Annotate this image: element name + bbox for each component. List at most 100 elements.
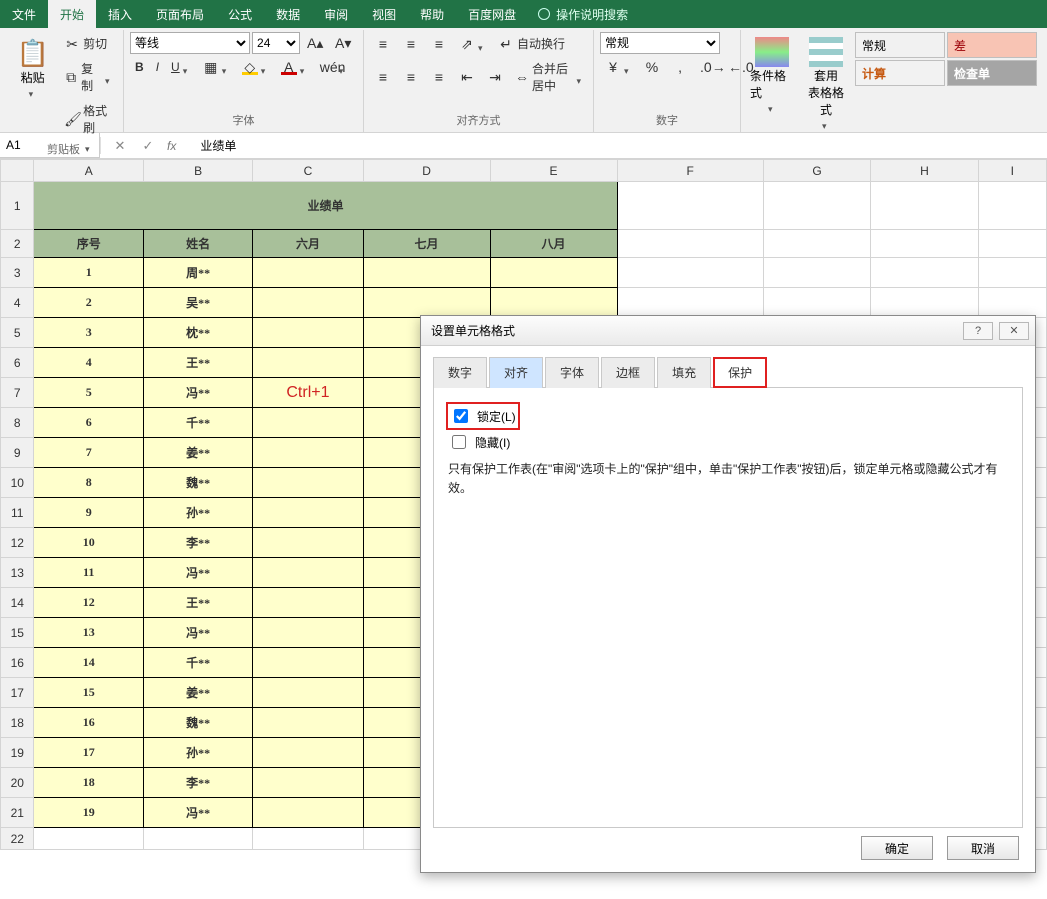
- dialog-tab-数字[interactable]: 数字: [433, 357, 487, 388]
- align-middle-button[interactable]: ≡: [398, 33, 424, 55]
- align-center-button[interactable]: ≡: [398, 66, 424, 88]
- row-header-13[interactable]: 13: [1, 558, 34, 588]
- table-blank-cell[interactable]: [253, 738, 363, 768]
- table-blank-cell[interactable]: [253, 648, 363, 678]
- cell[interactable]: [617, 288, 763, 318]
- table-blank-cell[interactable]: [253, 618, 363, 648]
- hide-checkbox[interactable]: [452, 435, 466, 449]
- table-blank-cell[interactable]: [253, 558, 363, 588]
- increase-indent-button[interactable]: ⇥: [482, 66, 508, 88]
- cell[interactable]: [617, 182, 763, 230]
- row-header-4[interactable]: 4: [1, 288, 34, 318]
- table-blank-cell[interactable]: [253, 498, 363, 528]
- format-as-table-button[interactable]: 套用 表格格式: [801, 32, 851, 131]
- table-seq-cell[interactable]: 4: [34, 348, 143, 378]
- conditional-format-button[interactable]: 条件格式: [747, 32, 797, 114]
- table-seq-cell[interactable]: 17: [34, 738, 143, 768]
- table-seq-cell[interactable]: 13: [34, 618, 143, 648]
- table-name-cell[interactable]: 李**: [143, 768, 252, 798]
- table-blank-cell[interactable]: [253, 708, 363, 738]
- lock-checkbox[interactable]: [454, 409, 468, 423]
- dialog-tab-保护[interactable]: 保护: [713, 357, 767, 388]
- dialog-tab-填充[interactable]: 填充: [657, 357, 711, 388]
- row-header-1[interactable]: 1: [1, 182, 34, 230]
- column-header-E[interactable]: E: [490, 160, 617, 182]
- table-name-cell[interactable]: 姜**: [143, 678, 252, 708]
- dialog-cancel-button[interactable]: 取消: [947, 836, 1019, 860]
- orientation-button[interactable]: ⇗: [454, 33, 491, 55]
- row-header-3[interactable]: 3: [1, 258, 34, 288]
- dialog-tab-字体[interactable]: 字体: [545, 357, 599, 388]
- dialog-help-button[interactable]: ?: [963, 322, 993, 340]
- percent-button[interactable]: %: [639, 56, 665, 78]
- align-left-button[interactable]: ≡: [370, 66, 396, 88]
- currency-button[interactable]: ¥: [600, 56, 637, 78]
- table-blank-cell[interactable]: [490, 258, 617, 288]
- row-header-15[interactable]: 15: [1, 618, 34, 648]
- table-name-cell[interactable]: 姜**: [143, 438, 252, 468]
- row-header-7[interactable]: 7: [1, 378, 34, 408]
- cell[interactable]: [763, 258, 870, 288]
- cut-button[interactable]: ✂ 剪切: [59, 32, 117, 55]
- enter-formula-button[interactable]: ✓: [139, 138, 157, 154]
- menu-tab-插入[interactable]: 插入: [96, 0, 144, 28]
- table-header-cell[interactable]: 七月: [363, 230, 490, 258]
- cell[interactable]: [763, 182, 870, 230]
- table-name-cell[interactable]: 李**: [143, 528, 252, 558]
- table-blank-cell[interactable]: [253, 468, 363, 498]
- table-name-cell[interactable]: 冯**: [143, 618, 252, 648]
- decrease-font-button[interactable]: A▾: [330, 32, 356, 54]
- table-seq-cell[interactable]: 3: [34, 318, 143, 348]
- fill-color-button[interactable]: ◇: [237, 56, 274, 78]
- font-size-combo[interactable]: 24: [252, 32, 300, 54]
- table-seq-cell[interactable]: 15: [34, 678, 143, 708]
- column-header-D[interactable]: D: [363, 160, 490, 182]
- column-header-B[interactable]: B: [143, 160, 252, 182]
- table-header-cell[interactable]: 八月: [490, 230, 617, 258]
- menu-tab-页面布局[interactable]: 页面布局: [144, 0, 216, 28]
- row-header-22[interactable]: 22: [1, 828, 34, 850]
- table-name-cell[interactable]: 王**: [143, 348, 252, 378]
- cell[interactable]: [871, 182, 978, 230]
- menu-tab-帮助[interactable]: 帮助: [408, 0, 456, 28]
- table-blank-cell[interactable]: [253, 318, 363, 348]
- comma-button[interactable]: ,: [667, 56, 693, 78]
- select-all-corner[interactable]: [1, 160, 34, 182]
- table-name-cell[interactable]: 孙**: [143, 738, 252, 768]
- row-header-20[interactable]: 20: [1, 768, 34, 798]
- cell[interactable]: [978, 230, 1046, 258]
- menu-tab-公式[interactable]: 公式: [216, 0, 264, 28]
- name-box[interactable]: A1: [0, 133, 100, 158]
- table-name-cell[interactable]: 千**: [143, 648, 252, 678]
- phonetic-button[interactable]: wén: [315, 56, 352, 78]
- underline-button[interactable]: U: [166, 57, 196, 77]
- align-top-button[interactable]: ≡: [370, 33, 396, 55]
- cell[interactable]: [978, 258, 1046, 288]
- table-name-cell[interactable]: 周**: [143, 258, 252, 288]
- wrap-text-button[interactable]: ↵自动换行: [493, 32, 570, 55]
- table-blank-cell[interactable]: [253, 348, 363, 378]
- table-seq-cell[interactable]: 18: [34, 768, 143, 798]
- table-blank-cell[interactable]: [253, 588, 363, 618]
- row-header-6[interactable]: 6: [1, 348, 34, 378]
- style-calc[interactable]: 计算: [855, 60, 945, 86]
- column-header-H[interactable]: H: [871, 160, 978, 182]
- row-header-18[interactable]: 18: [1, 708, 34, 738]
- table-name-cell[interactable]: 枕**: [143, 318, 252, 348]
- decrease-indent-button[interactable]: ⇤: [454, 66, 480, 88]
- row-header-16[interactable]: 16: [1, 648, 34, 678]
- cell[interactable]: [871, 258, 978, 288]
- table-seq-cell[interactable]: 2: [34, 288, 143, 318]
- table-name-cell[interactable]: 魏**: [143, 468, 252, 498]
- cell[interactable]: [34, 828, 143, 850]
- align-right-button[interactable]: ≡: [426, 66, 452, 88]
- cell[interactable]: [871, 288, 978, 318]
- row-header-11[interactable]: 11: [1, 498, 34, 528]
- table-seq-cell[interactable]: 7: [34, 438, 143, 468]
- table-blank-cell[interactable]: [253, 408, 363, 438]
- table-name-cell[interactable]: 孙**: [143, 498, 252, 528]
- align-bottom-button[interactable]: ≡: [426, 33, 452, 55]
- fx-icon[interactable]: fx: [167, 139, 176, 153]
- table-name-cell[interactable]: 冯**: [143, 378, 252, 408]
- table-seq-cell[interactable]: 16: [34, 708, 143, 738]
